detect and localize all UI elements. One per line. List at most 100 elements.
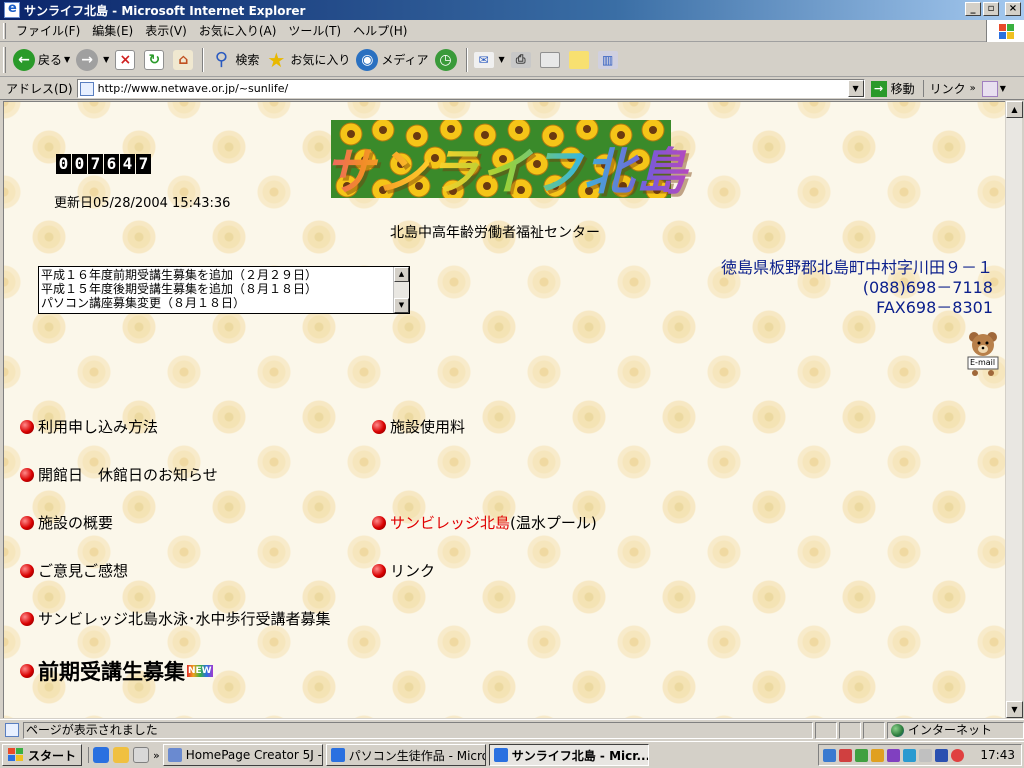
menu-help[interactable]: ヘルプ(H) [347,22,413,39]
nav-facility-overview[interactable]: 施設の概要 [20,512,113,533]
edit-button[interactable] [537,45,566,75]
forward-button[interactable]: → ▼ [73,45,112,75]
scroll-down-icon[interactable]: ▼ [1006,701,1023,718]
home-button[interactable]: ⌂ [170,45,199,75]
nav-links[interactable]: リンク [372,560,435,581]
links-toolbar[interactable]: リンク [922,80,966,97]
tray-app-icon[interactable] [855,748,868,762]
nav-facility-fee[interactable]: 施設使用料 [372,416,465,437]
tray-app-icon[interactable] [951,748,964,762]
red-ball-icon [20,611,34,626]
history-icon: ◷ [434,48,457,71]
stop-button[interactable]: × [112,45,141,75]
ie-icon [330,748,345,762]
page-scrollbar[interactable]: ▲ ▼ [1005,101,1023,718]
tray-app-icon[interactable] [935,748,948,762]
note-icon [568,50,589,69]
clock: 17:43 [980,748,1015,762]
email-bear-icon[interactable]: E-mail [966,330,1000,376]
menu-file[interactable]: ファイル(F) [10,22,86,39]
window-title: サンライフ北島 - Microsoft Internet Explorer [24,3,306,18]
news-textarea[interactable]: 平成１６年度前期受講生募集を追加（２月２９日） 平成１５年度後期受講生募集を追加… [38,266,410,314]
minimize-button[interactable]: _ [965,2,981,16]
news-line: 平成１６年度前期受講生募集を追加（２月２９日） [41,268,318,282]
counter-digit: 6 [104,154,119,174]
go-arrow-icon: → [870,80,887,97]
back-button[interactable]: ← 戻る ▼ [10,45,73,75]
new-badge: NEW [187,665,213,677]
home-icon: ⌂ [173,49,194,70]
news-line: パソコン講座募集変更（８月１８日） [41,296,246,310]
mail-button[interactable]: ✉ ▼ [471,45,508,75]
stop-icon: × [115,49,136,70]
desktop-quicklaunch-icon[interactable] [133,747,150,763]
media-icon: ◉ [356,48,379,71]
nav-spring-recruit[interactable]: 前期受講生募集 NEW [20,656,213,686]
red-ball-icon [20,664,34,678]
status-bar: ページが表示されました インターネット [0,719,1024,740]
logo-text: サンライフ北島 [291,132,721,204]
nav-open-days[interactable]: 開館日 休館日のお知らせ [20,464,218,485]
scroll-up-icon[interactable]: ▲ [1006,101,1023,118]
mail-icon: ✉ [473,51,494,68]
addon-dropdown-icon[interactable]: ▼ [1000,84,1006,93]
scroll-down-icon[interactable]: ▼ [394,298,409,313]
status-text: ページが表示されました [23,721,813,739]
ie-quicklaunch-icon[interactable] [93,747,110,763]
windows-logo-icon [986,20,1024,42]
refresh-icon: ↻ [144,49,165,70]
print-button[interactable]: ⎙ [508,45,537,75]
scroll-up-icon[interactable]: ▲ [394,267,409,282]
postal-address: 徳島県板野郡北島町中村字川田９－１ [720,258,993,277]
menu-favorites[interactable]: お気に入り(A) [193,22,283,39]
tray-security-icon[interactable] [839,748,852,762]
globe-icon [891,723,904,737]
nav-feedback[interactable]: ご意見ご感想 [20,560,128,581]
menu-view[interactable]: 表示(V) [139,22,193,39]
back-arrow-icon: ← [13,48,35,71]
red-ball-icon [20,467,34,482]
chevron-right-icon[interactable]: » [970,83,976,94]
chevron-right-icon[interactable]: » [153,749,160,762]
news-scrollbar[interactable]: ▲ ▼ [393,267,409,313]
tray-volume-icon[interactable] [919,748,932,762]
task-homepage-creator[interactable]: HomePage Creator 5J -... [162,744,323,766]
media-button[interactable]: ◉ メディア [353,45,431,75]
start-button[interactable]: スタート [2,744,83,766]
tray-app-icon[interactable] [871,748,884,762]
addon-icon[interactable] [981,80,998,97]
favorites-button[interactable]: ★ お気に入り [262,45,353,75]
star-icon: ★ [267,47,286,72]
nav-how-to-apply[interactable]: 利用申し込み方法 [20,416,158,437]
history-button[interactable]: ◷ [432,45,463,75]
messenger-button[interactable]: ▥ [595,45,624,75]
ie-icon [493,748,508,762]
discuss-button[interactable] [566,45,595,75]
go-button[interactable]: → 移動 [870,80,915,97]
address-dropdown-icon[interactable]: ▼ [847,80,864,97]
menu-edit[interactable]: 編集(E) [86,22,139,39]
menu-tools[interactable]: ツール(T) [282,22,347,39]
tray-app-icon[interactable] [887,748,900,762]
address-url: http://www.netwave.or.jp/~sunlife/ [97,82,289,95]
nav-swim-recruit[interactable]: サンビレッジ北島水泳･水中歩行受講者募集 [20,608,331,629]
quick-launch: » [88,747,160,763]
forward-arrow-icon: → [76,48,99,71]
outlook-quicklaunch-icon[interactable] [113,747,130,763]
close-button[interactable]: × [1005,2,1021,16]
refresh-button[interactable]: ↻ [141,45,170,75]
news-line: 平成１５年度後期受講生募集を追加（８月１８日） [41,282,318,296]
page-icon [79,81,94,96]
task-ie-pasokon[interactable]: パソコン生徒作品 - Micro... [325,744,486,766]
nav-sunvillage[interactable]: サンビレッジ北島 (温水プール) [372,512,597,533]
tray-app-icon[interactable] [903,748,916,762]
last-updated: 更新日05/28/2004 15:43:36 [54,196,231,211]
tray-network-icon[interactable] [823,748,836,762]
address-input[interactable]: http://www.netwave.or.jp/~sunlife/ ▼ [76,79,865,98]
task-ie-sunlife[interactable]: サンライフ北島 - Micr... [488,744,649,766]
taskbar: スタート » HomePage Creator 5J -... パソコン生徒作品… [0,741,1024,768]
red-ball-icon [20,563,34,578]
search-button[interactable]: ⚲ 検索 [207,45,262,75]
restore-button[interactable]: ▫ [983,2,999,16]
fax-number: FAX698－8301 [876,298,993,317]
